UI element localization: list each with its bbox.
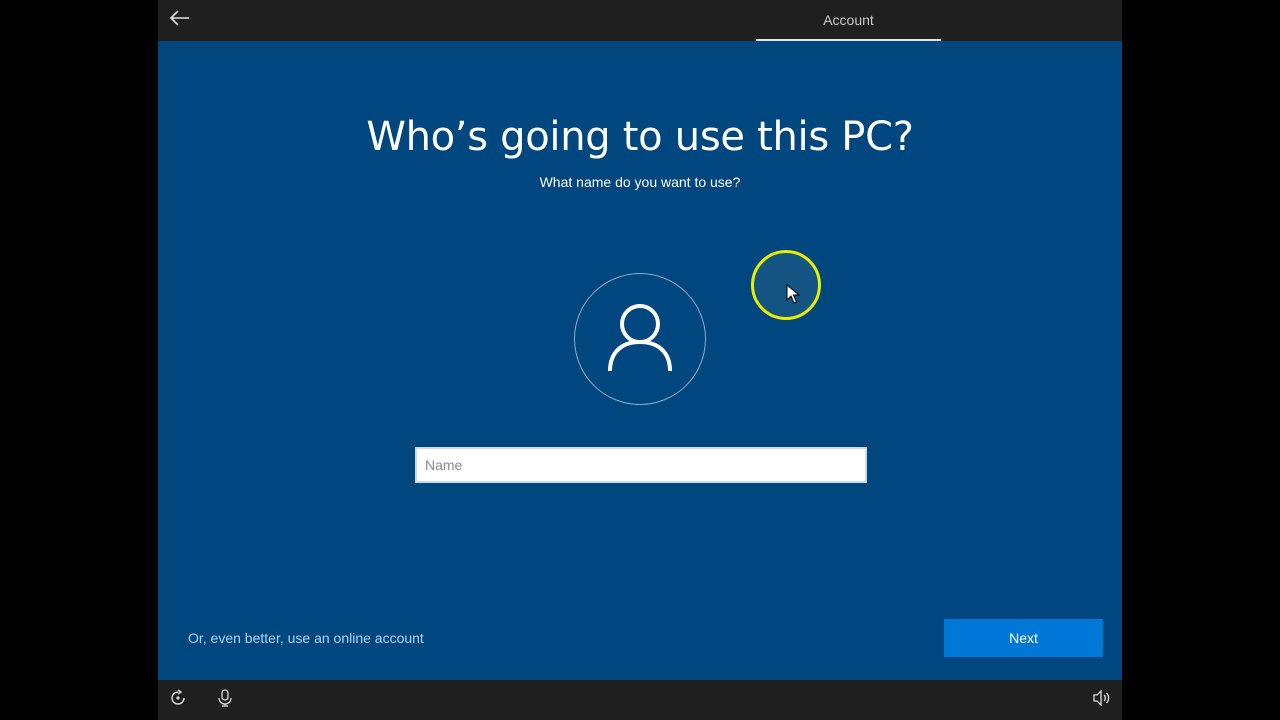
back-button[interactable] (166, 6, 194, 34)
next-button[interactable]: Next (944, 619, 1103, 657)
tab-account[interactable]: Account (756, 0, 941, 41)
oobe-window: Account Who’s going to use this PC? What… (158, 0, 1122, 720)
ease-of-access-button[interactable] (166, 688, 190, 712)
ease-of-access-icon (169, 688, 187, 712)
microphone-icon (217, 688, 233, 712)
volume-icon (1093, 688, 1111, 711)
user-icon (607, 302, 673, 377)
back-arrow-icon (169, 9, 190, 31)
top-bar: Account (158, 0, 1122, 41)
page-title: Who’s going to use this PC? (366, 114, 914, 160)
page-subtitle: What name do you want to use? (539, 174, 741, 190)
name-input[interactable] (415, 447, 867, 483)
microphone-button[interactable] (213, 688, 237, 712)
online-account-link[interactable]: Or, even better, use an online account (188, 630, 424, 646)
mouse-cursor-icon (786, 283, 801, 309)
avatar (574, 273, 706, 405)
bottom-bar (158, 680, 1122, 720)
volume-button[interactable] (1090, 688, 1114, 712)
